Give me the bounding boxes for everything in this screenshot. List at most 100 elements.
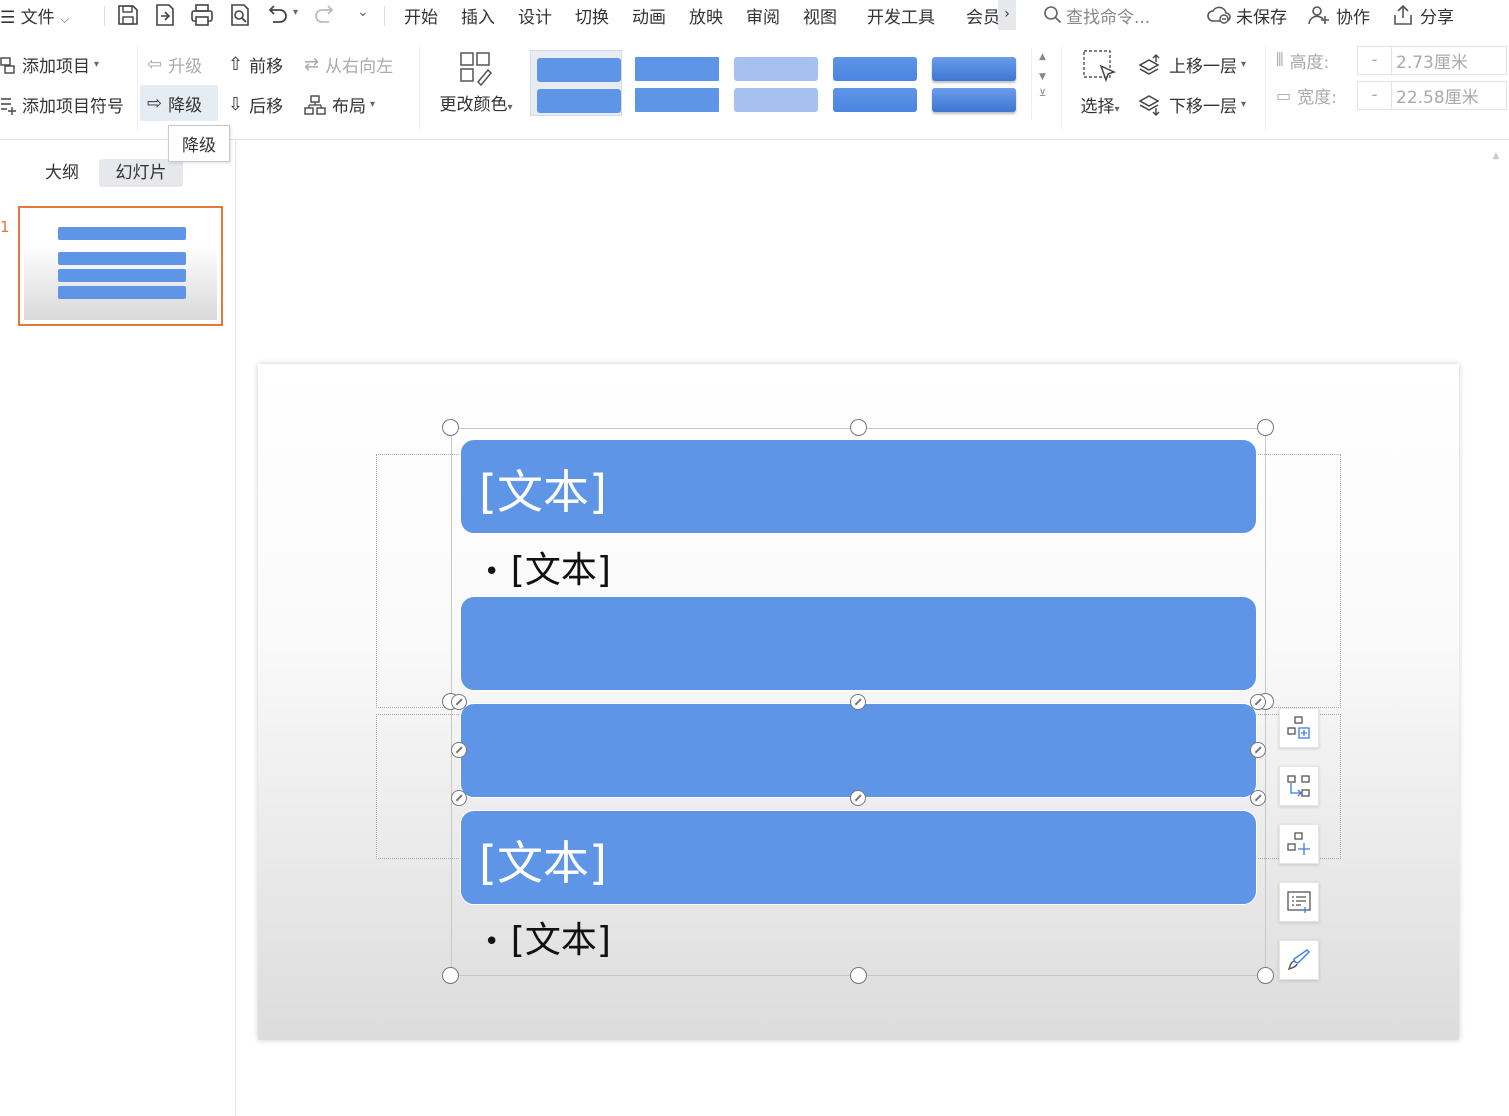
shape-handle-bottom[interactable] — [850, 790, 866, 806]
move-shape-float-button[interactable] — [1279, 824, 1319, 864]
style-swatch-bottom — [932, 88, 1016, 112]
share-button[interactable]: 分享 — [1420, 3, 1454, 28]
undo-dropdown-icon[interactable]: ▾ — [293, 7, 298, 18]
bring-forward-button[interactable]: 上移一层 ▾ — [1137, 52, 1246, 77]
demote-button[interactable]: ⇨ 降级 — [140, 85, 218, 121]
style-option-3[interactable] — [728, 50, 820, 116]
print-preview-icon[interactable] — [227, 2, 253, 28]
undo-icon[interactable] — [263, 2, 289, 28]
print-icon[interactable] — [189, 2, 215, 28]
resize-handle-bottom-right[interactable] — [1257, 967, 1274, 984]
tabs-scroll-right-icon[interactable]: › — [998, 0, 1016, 30]
resize-handle-top-left[interactable] — [442, 419, 459, 436]
add-bullet-icon — [1, 97, 16, 115]
slide-thumbnail-1[interactable] — [18, 206, 223, 326]
move-up-button[interactable]: ⇧ 前移 — [228, 52, 283, 77]
promote-label: 升级 — [168, 57, 203, 77]
gallery-expand-icon[interactable]: ⊻ — [1032, 88, 1053, 99]
move-down-label: 后移 — [249, 97, 284, 117]
tab-animation[interactable]: 动画 — [632, 3, 666, 28]
shape-handle-bottom-right[interactable] — [1250, 790, 1266, 806]
width-decrease-button[interactable]: - — [1358, 82, 1392, 109]
resize-handle-top[interactable] — [850, 419, 867, 436]
gallery-scroll-down-icon[interactable]: ▼ — [1032, 72, 1053, 82]
gallery-scroll-up-icon[interactable]: ▲ — [1032, 52, 1053, 62]
smartart-shape-3-selected[interactable] — [460, 703, 1257, 798]
send-backward-button[interactable]: 下移一层 ▾ — [1137, 92, 1246, 117]
width-input[interactable]: - 22.58厘米 — [1357, 81, 1507, 110]
style-option-2[interactable] — [629, 50, 721, 116]
bullet-text-1[interactable]: • [文本] — [484, 541, 611, 593]
shape-handle-right[interactable] — [1250, 742, 1266, 758]
shape-handle-top-right[interactable] — [1250, 694, 1266, 710]
layout-label: 布局 — [332, 97, 366, 117]
add-bullet-label: 添加项目符号 — [22, 97, 124, 117]
style-option-5[interactable] — [926, 50, 1018, 116]
shape-handle-top-left[interactable] — [451, 694, 467, 710]
resize-handle-bottom[interactable] — [850, 967, 867, 984]
style-option-4[interactable] — [827, 50, 919, 116]
shape-handle-top[interactable] — [850, 694, 866, 710]
add-item-button[interactable]: 添加项目 ▾ — [0, 52, 99, 77]
tab-developer[interactable]: 开发工具 — [867, 3, 935, 28]
chevron-down-icon: ⌵ — [60, 12, 70, 26]
unsaved-status[interactable]: 未保存 — [1236, 3, 1287, 28]
bullet-dot: • — [484, 557, 500, 587]
change-layout-float-button[interactable] — [1279, 766, 1319, 806]
chevron-down-icon: ▾ — [507, 102, 513, 113]
smartart-shape-1[interactable]: [文本] — [460, 439, 1257, 534]
tab-outline[interactable]: 大纲 — [30, 159, 94, 187]
bullet-text-2[interactable]: • [文本] — [484, 911, 611, 963]
resize-handle-bottom-left[interactable] — [442, 967, 459, 984]
vertical-scrollbar[interactable]: ▲ — [1483, 141, 1509, 1116]
promote-button[interactable]: ⇦ 升级 — [147, 52, 202, 77]
tab-slideshow[interactable]: 放映 — [689, 3, 723, 28]
text-pane-float-button[interactable] — [1279, 882, 1319, 922]
tab-transition[interactable]: 切换 — [575, 3, 609, 28]
smartart-shape-4[interactable]: [文本] — [460, 810, 1257, 905]
tab-design[interactable]: 设计 — [518, 3, 552, 28]
save-icon[interactable] — [115, 2, 141, 28]
smartart-shape-2[interactable] — [460, 596, 1257, 691]
tab-slides[interactable]: 幻灯片 — [99, 159, 183, 187]
collaborate-button[interactable]: 协作 — [1336, 3, 1370, 28]
search-command-input[interactable]: 查找命令... — [1066, 3, 1150, 28]
arrow-left-icon: ⇦ — [147, 54, 163, 75]
menu-file-button[interactable]: ☰ 文件 ⌵ — [0, 3, 69, 28]
tab-insert[interactable]: 插入 — [461, 3, 495, 28]
add-bullet-button[interactable]: 添加项目符号 — [0, 92, 124, 117]
move-down-button[interactable]: ⇩ 后移 — [228, 92, 283, 117]
menu-file-label: 文件 — [20, 8, 55, 28]
tab-view[interactable]: 视图 — [803, 3, 837, 28]
bullet-1-text[interactable]: [文本] — [511, 550, 611, 591]
thumb-bar — [58, 269, 186, 282]
redo-icon[interactable] — [313, 2, 339, 28]
height-input[interactable]: - 2.73厘米 — [1357, 46, 1507, 75]
arrow-right-icon: ⇨ — [147, 92, 163, 114]
bullet-2-text[interactable]: [文本] — [511, 920, 611, 961]
change-color-button[interactable]: 更改颜色▾ — [432, 48, 520, 128]
style-option-1[interactable] — [530, 50, 622, 116]
select-button[interactable]: 选择▾ — [1072, 46, 1128, 126]
resize-handle-top-right[interactable] — [1257, 419, 1274, 436]
customize-toolbar-icon[interactable]: ⌄ — [357, 4, 369, 20]
scroll-up-icon[interactable]: ▲ — [1483, 151, 1509, 161]
shape-handle-left[interactable] — [451, 742, 467, 758]
layout-button[interactable]: 布局 ▾ — [304, 92, 375, 117]
add-item-icon — [0, 56, 15, 74]
tab-member[interactable]: 会员 — [966, 3, 998, 28]
add-shape-float-button[interactable] — [1279, 708, 1319, 748]
right-to-left-button[interactable]: ⇄ 从右向左 — [304, 52, 393, 77]
tab-home[interactable]: 开始 — [404, 3, 438, 28]
share-icon — [1394, 4, 1412, 25]
tab-review[interactable]: 审阅 — [746, 3, 780, 28]
shape-handle-bottom-left[interactable] — [451, 790, 467, 806]
shape-4-text[interactable]: [文本] — [479, 827, 607, 893]
height-value: 2.73厘米 — [1396, 53, 1468, 73]
chevron-down-icon: ▾ — [94, 59, 100, 70]
swap-direction-icon: ⇄ — [304, 54, 320, 75]
shape-1-text[interactable]: [文本] — [479, 456, 607, 522]
height-decrease-button[interactable]: - — [1358, 47, 1392, 74]
style-brush-float-button[interactable] — [1279, 940, 1319, 980]
export-pdf-icon[interactable] — [152, 2, 178, 28]
